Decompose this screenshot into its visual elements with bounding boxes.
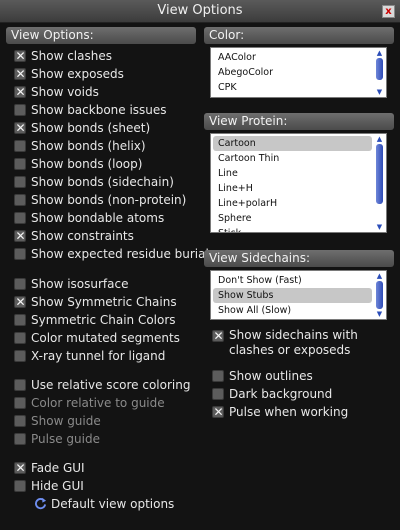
checkbox-icon[interactable] [14,104,26,116]
checkbox-show-sidechains-with-clashes-or-exposeds[interactable]: Show sidechains with clashes or exposeds [212,328,382,360]
color-listbox[interactable]: AAColor AbegoColor CPK ▲ ▼ [210,47,387,98]
checkbox-icon[interactable] [14,480,26,492]
option-label: Show guide [31,414,101,428]
checkbox-checked-icon[interactable] [14,461,26,475]
checkbox-icon[interactable] [14,332,26,344]
checkbox-icon [14,433,26,445]
view-sidechains-header: View Sidechains: [204,250,394,267]
default-view-options-label: Default view options [51,497,175,511]
option-label: Color relative to guide [31,396,165,410]
option-label: Show outlines [229,369,313,383]
title-bar[interactable]: View Options x [0,0,400,23]
option-label: Show bonds (sheet) [31,121,151,135]
scroll-down-icon[interactable]: ▼ [375,223,384,231]
scroll-thumb[interactable] [376,281,383,309]
list-item[interactable]: Stick [213,226,372,232]
list-item[interactable]: Don't Show (Fast) [213,273,372,288]
checkbox-icon[interactable] [14,176,26,188]
color-scrollbar[interactable]: ▲ ▼ [375,49,384,96]
checkbox-checked-icon[interactable] [14,295,26,309]
scroll-up-icon[interactable]: ▲ [375,135,384,143]
checkbox-icon[interactable] [14,379,26,391]
option-label: Show clashes [31,49,112,63]
close-icon[interactable]: x [382,5,395,18]
checkbox-icon[interactable] [14,278,26,290]
scroll-down-icon[interactable]: ▼ [375,88,384,96]
option-label: Show expected residue burials [31,247,216,261]
checkbox-icon[interactable] [14,314,26,326]
view-protein-scrollbar[interactable]: ▲ ▼ [375,135,384,231]
checkbox-icon[interactable] [14,158,26,170]
list-item[interactable]: Show Stubs [213,288,372,303]
list-item[interactable]: AbegoColor [213,65,372,80]
view-sidechains-items: Don't Show (Fast) Show Stubs Show All (Slo… [213,273,372,318]
list-item[interactable]: Cartoon [213,136,372,151]
option-label: Symmetric Chain Colors [31,313,176,327]
option-label: Show bonds (sidechain) [31,175,174,189]
option-label: Pulse when working [229,405,349,419]
checkbox-icon[interactable] [14,194,26,206]
list-item[interactable]: Line+H [213,181,372,196]
option-label: Show exposeds [31,67,124,81]
checkbox-checked-icon[interactable] [14,67,26,81]
option-label: Show bonds (non-protein) [31,193,187,207]
window-title: View Options [157,3,243,18]
refresh-icon [35,497,47,510]
list-item[interactable]: Cartoon Thin [213,151,372,166]
list-item[interactable]: AAColor [213,50,372,65]
checkbox-icon [14,397,26,409]
checkbox-icon[interactable] [212,370,224,382]
checkbox-icon[interactable] [14,140,26,152]
view-protein-items: Cartoon Cartoon Thin Line Line+H Line+polarH… [213,136,372,232]
checkbox-checked-icon[interactable] [212,329,224,343]
option-label: Show constraints [31,229,134,243]
option-label: Show isosurface [31,277,129,291]
view-protein-listbox[interactable]: Cartoon Cartoon Thin Line Line+H Line+polarH… [210,133,387,233]
view-options-header: View Options: [6,27,196,44]
checkbox-icon [14,415,26,427]
list-item[interactable]: CPK [213,80,372,95]
scroll-thumb[interactable] [376,144,383,204]
view-sidechains-scrollbar[interactable]: ▲ ▼ [375,272,384,318]
option-label: Fade GUI [31,461,85,475]
option-label: X-ray tunnel for ligand [31,349,166,363]
option-label: Use relative score coloring [31,378,191,392]
checkbox-checked-icon[interactable] [14,121,26,135]
view-options-window: View Options x View Options: Show clashe… [0,0,400,530]
list-item[interactable]: Sphere [213,211,372,226]
view-sidechains-listbox[interactable]: Don't Show (Fast) Show Stubs Show All (Slo… [210,270,387,320]
option-label: Show Symmetric Chains [31,295,177,309]
option-label: Show sidechains with clashes or exposeds [229,328,358,357]
checkbox-icon[interactable] [212,388,224,400]
option-label: Hide GUI [31,479,84,493]
list-item[interactable]: Show All (Slow) [213,303,372,318]
scroll-thumb[interactable] [376,58,383,80]
option-label: Show backbone issues [31,103,167,117]
option-label: Color mutated segments [31,331,180,345]
option-label: Show bonds (helix) [31,139,146,153]
color-header: Color: [204,27,394,44]
checkbox-checked-icon[interactable] [14,229,26,243]
scroll-up-icon[interactable]: ▲ [375,49,384,57]
checkbox-checked-icon[interactable] [14,49,26,63]
checkbox-icon[interactable] [14,248,26,260]
scroll-up-icon[interactable]: ▲ [375,272,384,280]
option-label: Pulse guide [31,432,100,446]
view-protein-header: View Protein: [204,113,394,130]
checkbox-checked-icon[interactable] [212,405,224,419]
scroll-down-icon[interactable]: ▼ [375,310,384,318]
list-item[interactable]: Line+polarH [213,196,372,211]
color-items: AAColor AbegoColor CPK [213,50,372,95]
checkbox-icon[interactable] [14,212,26,224]
checkbox-checked-icon[interactable] [14,85,26,99]
option-label: Dark background [229,387,333,401]
list-item[interactable]: Line [213,166,372,181]
option-label: Show bonds (loop) [31,157,143,171]
option-label: Show voids [31,85,99,99]
option-label: Show bondable atoms [31,211,165,225]
checkbox-icon[interactable] [14,350,26,362]
